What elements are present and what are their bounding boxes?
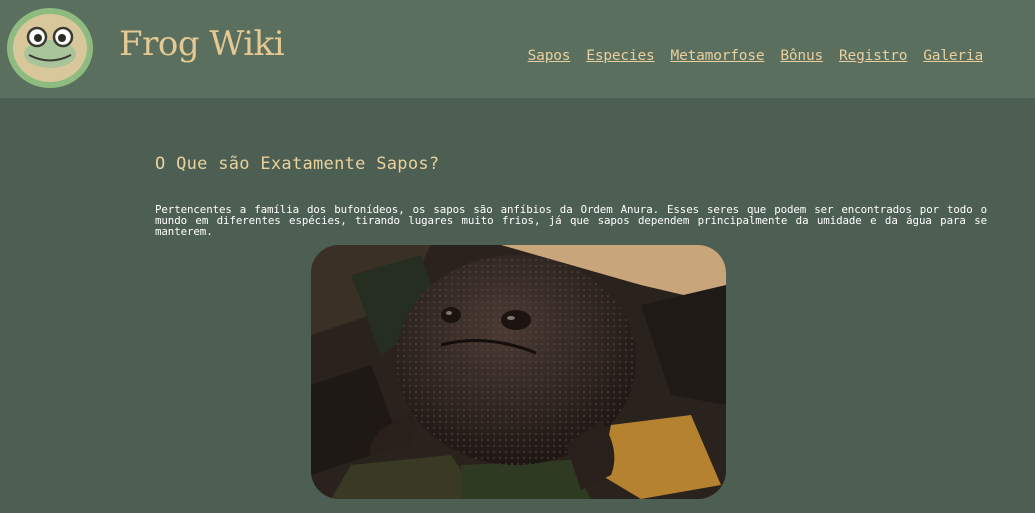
section-title: O Que são Exatamente Sapos?	[155, 154, 440, 174]
nav-link-metamorfose[interactable]: Metamorfose	[671, 48, 765, 64]
site-title: Frog Wiki	[119, 24, 285, 64]
nav-link-galeria[interactable]: Galeria	[923, 48, 983, 64]
frog-face-icon[interactable]	[7, 8, 93, 88]
rain-frog-photo	[311, 245, 726, 499]
site-header: Frog Wiki Sapos Especies Metamorfose Bôn…	[0, 0, 1035, 98]
nav-link-bonus[interactable]: Bônus	[780, 48, 823, 64]
section-paragraph: Pertencentes a família dos bufonídeos, o…	[155, 203, 987, 238]
nav-link-sapos[interactable]: Sapos	[528, 48, 571, 64]
nav-link-registro[interactable]: Registro	[839, 48, 907, 64]
main-nav: Sapos Especies Metamorfose Bônus Registr…	[528, 48, 984, 64]
nav-link-especies[interactable]: Especies	[586, 48, 654, 64]
